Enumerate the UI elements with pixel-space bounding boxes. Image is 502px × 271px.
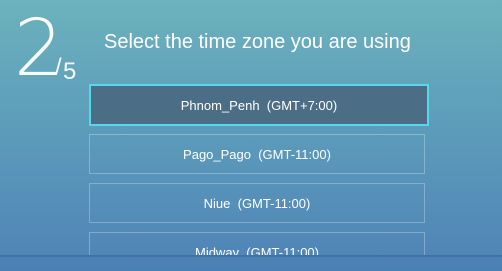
timezone-list[interactable]: Phnom_Penh (GMT+7:00) Pago_Pago (GMT-11:… [89, 84, 429, 255]
timezone-option-midway[interactable]: Midway (GMT-11:00) [89, 232, 425, 255]
step-separator: / [55, 54, 62, 81]
step-total-number: 5 [63, 58, 77, 85]
page-title: Select the time zone you are using [104, 31, 411, 53]
timezone-option-phnom-penh[interactable]: Phnom_Penh (GMT+7:00) [89, 84, 429, 126]
timezone-setup-screen: 2 / 5 Select the time zone you are using… [0, 0, 502, 271]
step-indicator: 2 / 5 [0, 0, 90, 90]
timezone-option-niue[interactable]: Niue (GMT-11:00) [89, 183, 425, 223]
bottom-bar [0, 255, 502, 271]
timezone-option-pago-pago[interactable]: Pago_Pago (GMT-11:00) [89, 134, 425, 174]
